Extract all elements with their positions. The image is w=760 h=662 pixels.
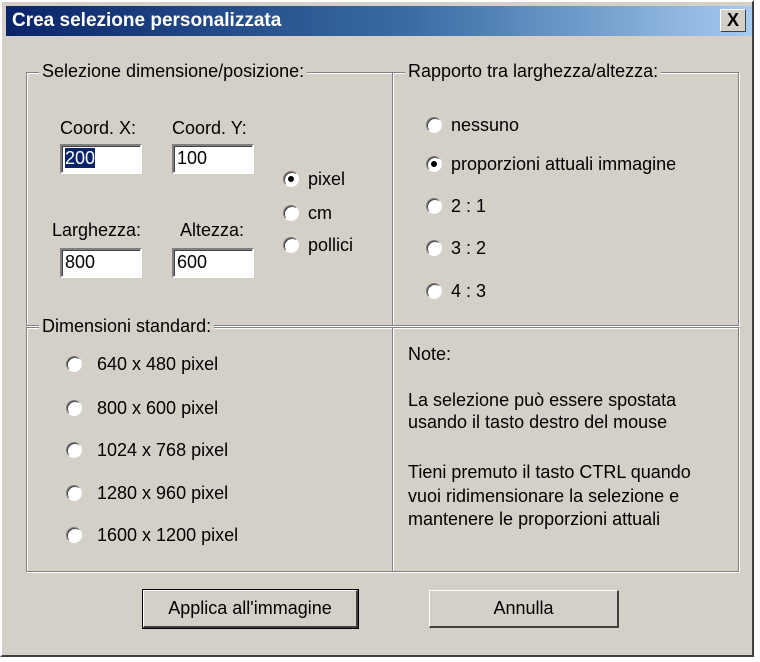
coord-y-input[interactable]: 100 <box>172 144 254 174</box>
radio-circle <box>426 198 442 214</box>
ratio-label: proporzioni attuali immagine <box>451 154 677 174</box>
ratio-label: 3 : 2 <box>451 238 487 258</box>
radio-circle <box>283 237 299 253</box>
coord-x-label: Coord. X: <box>60 118 137 138</box>
standard-label: 1600 x 1200 pixel <box>97 525 239 545</box>
ratio-label: 4 : 3 <box>451 281 487 301</box>
standard-group-legend: Dimensioni standard: <box>39 316 215 337</box>
radio-circle <box>426 283 442 299</box>
height-input[interactable]: 600 <box>172 248 254 278</box>
unit-label: cm <box>308 203 332 223</box>
notes-para1-line2: usando il tasto destro del mouse <box>408 412 668 432</box>
unit-label: pixel <box>308 169 346 189</box>
coord-x-value: 200 <box>65 148 96 168</box>
coord-y-value: 100 <box>177 148 208 168</box>
notes-para2-line1: Tieni premuto il tasto CTRL quando <box>408 462 691 482</box>
width-value: 800 <box>65 252 96 272</box>
standard-label: 1024 x 768 pixel <box>97 440 229 460</box>
standard-label: 1280 x 960 pixel <box>97 483 229 503</box>
window-title: Crea selezione personalizzata <box>12 10 282 31</box>
standard-label: 800 x 600 pixel <box>97 398 219 418</box>
position-group-legend: Selezione dimensione/posizione: <box>39 61 308 82</box>
width-input[interactable]: 800 <box>60 248 142 278</box>
standard-label: 640 x 480 pixel <box>97 354 219 374</box>
radio-circle <box>426 117 442 133</box>
ratio-label: 2 : 1 <box>451 196 487 216</box>
ratio-group: Rapporto tra larghezza/altezza: <box>392 61 739 326</box>
coord-y-label: Coord. Y: <box>172 118 247 138</box>
radio-circle <box>66 527 82 543</box>
coord-x-input[interactable]: 200 <box>60 144 142 174</box>
width-label: Larghezza: <box>52 220 142 240</box>
radio-circle <box>66 485 82 501</box>
radio-circle <box>66 400 82 416</box>
height-value: 600 <box>177 252 208 272</box>
height-label: Altezza: <box>180 220 245 240</box>
close-icon: X <box>726 10 739 30</box>
notes-para1-line1: La selezione può essere spostata <box>408 390 677 410</box>
radio-circle <box>283 205 299 221</box>
radio-circle <box>426 156 442 172</box>
unit-label: pollici <box>308 235 354 255</box>
radio-circle <box>283 171 299 187</box>
dialog-window: Crea selezione personalizzata X Selezion… <box>0 0 754 657</box>
notes-para2-line2: vuoi ridimensionare la selezione e <box>408 486 680 506</box>
cancel-button[interactable]: Annulla <box>429 590 619 628</box>
radio-circle <box>66 442 82 458</box>
ratio-group-legend: Rapporto tra larghezza/altezza: <box>405 61 662 82</box>
radio-dot-icon <box>288 176 294 182</box>
position-group: Selezione dimensione/posizione: <box>26 61 393 326</box>
ratio-label: nessuno <box>451 115 520 135</box>
close-button[interactable]: X <box>720 9 746 32</box>
title-bar[interactable]: Crea selezione personalizzata X <box>6 6 752 36</box>
apply-button[interactable]: Applica all'immagine <box>142 589 359 629</box>
notes-para2-line3: mantenere le proporzioni attuali <box>408 509 661 529</box>
radio-dot-icon <box>431 161 437 167</box>
notes-title: Note: <box>408 344 452 364</box>
radio-circle <box>66 356 82 372</box>
radio-circle <box>426 240 442 256</box>
